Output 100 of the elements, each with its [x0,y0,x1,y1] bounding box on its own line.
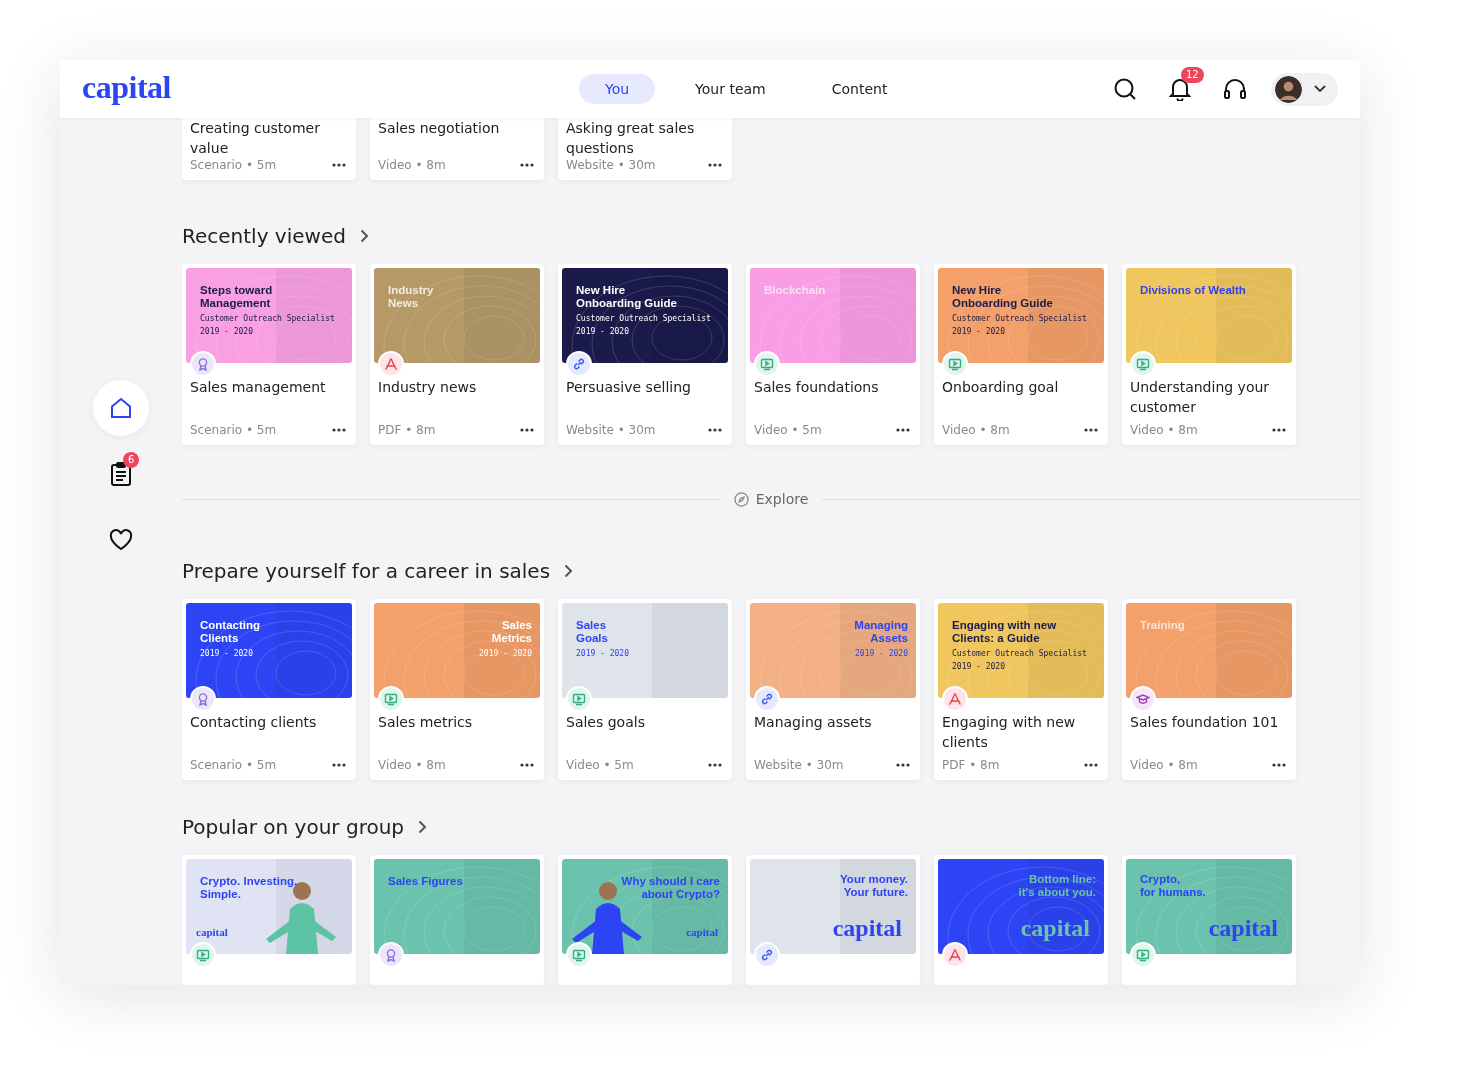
thumbnail-caption: 2019 - 2020 [478,649,532,658]
card-meta: Video • 8m [378,158,446,172]
award-icon [378,942,404,968]
thumbnail-title: Crypto. Investing. Simple. [200,875,299,901]
thumbnail-caption: Customer Outreach Specialist [200,314,336,323]
thumbnail-caption: 2019 - 2020 [576,649,630,658]
course-card[interactable]: New Hire Onboarding Guide Customer Outreach Specialist 2019 - 2020 Onboarding goal Video • 8m [934,264,1108,445]
award-icon [190,351,216,377]
more-options-icon[interactable] [332,763,346,767]
more-options-icon[interactable] [1084,763,1098,767]
link-icon [566,351,592,377]
thumbnail-title: Your money. Your future. [839,873,908,899]
card-meta: Website • 30m [566,158,656,172]
course-card[interactable]: Sales Metrics 2019 - 2020 Sales metrics Video • 8m [370,599,544,780]
course-card[interactable]: Steps toward Management Customer Outreach Specialist 2019 - 2020 Sales management Scenario • 5m [182,264,356,445]
thumbnail-caption: 2019 - 2020 [952,662,1006,671]
card-meta: Video • 8m [942,423,1010,437]
thumbnail-caption: Customer Outreach Specialist [576,314,712,323]
thumbnail-logo: capital [196,926,228,938]
play-screen-icon [190,942,216,968]
course-card[interactable]: Sales Goals 2019 - 2020 Sales goals Video • 5m [558,599,732,780]
play-screen-icon [942,351,968,377]
course-card[interactable]: Managing Assets 2019 - 2020 Managing assets Website • 30m [746,599,920,780]
thumbnail-caption: 2019 - 2020 [200,649,254,658]
course-card[interactable]: Your money. Your future. capital [746,855,920,985]
explore-link[interactable]: Explore [733,491,809,507]
more-options-icon[interactable] [332,428,346,432]
card-meta: Scenario • 5m [190,158,277,172]
more-options-icon[interactable] [332,163,346,167]
thumbnail-title: Bottom line: it's about you. [1017,873,1096,899]
home-icon [109,396,133,420]
card-title: Persuasive selling [566,378,692,397]
sidebar-item[interactable]: 6 [93,446,149,502]
course-card[interactable]: Creating customer value Scenario • 5m [182,118,356,180]
course-card[interactable]: Sales negotiation Video • 8m [370,118,544,180]
more-options-icon[interactable] [708,428,722,432]
thumbnail-logo: capital [832,915,902,942]
thumbnail-title: Sales Metrics [490,619,532,645]
card-meta: Video • 5m [566,758,634,772]
thumbnail-title: Sales Figures [388,875,464,888]
course-card[interactable]: Industry News Industry news PDF • 8m [370,264,544,445]
course-card[interactable]: Asking great sales questions Website • 30m [558,118,732,180]
nav-tab[interactable]: You [578,74,656,104]
more-options-icon[interactable] [1084,428,1098,432]
pdf-icon [378,351,404,377]
account-menu[interactable] [1271,72,1338,106]
more-options-icon[interactable] [708,763,722,767]
thumbnail-title: Why should I care about Crypto? [620,875,720,901]
thumbnail-caption: 2019 - 2020 [952,327,1006,336]
chevron-right-icon[interactable] [418,820,428,834]
notification-bell-icon[interactable] [1169,77,1191,101]
thumbnail-title: Steps toward Management [200,284,274,310]
card-title: Engaging with new clients [942,713,1077,752]
more-options-icon[interactable] [520,763,534,767]
thumbnail-title: Sales Goals [576,619,609,645]
section-title[interactable]: Recently viewed [182,224,346,248]
notification-count: 12 [1181,67,1204,83]
course-card[interactable]: New Hire Onboarding Guide Customer Outreach Specialist 2019 - 2020 Persuasive selling Website • 30m [558,264,732,445]
nav-tab[interactable]: Content [805,74,914,104]
card-title: Creating customer value [190,119,321,158]
course-card[interactable]: Engaging with new Clients: a Guide Customer Outreach Specialist 2019 - 2020 Engaging with new clients PDF • 8m [934,599,1108,780]
nav-tab[interactable]: Your team [669,74,792,104]
more-options-icon[interactable] [896,428,910,432]
card-meta: Video • 8m [1130,758,1198,772]
card-title: Understanding your customer [1130,378,1271,417]
card-title: Sales foundations [754,378,880,397]
more-options-icon[interactable] [708,163,722,167]
thumbnail-caption: 2019 - 2020 [576,327,630,336]
course-card[interactable]: Contacting Clients 2019 - 2020 Contacting clients Scenario • 5m [182,599,356,780]
thumbnail-title: Blockchain [764,284,827,297]
count-badge: 6 [123,452,140,468]
section-title[interactable]: Prepare yourself for a career in sales [182,559,551,583]
play-screen-icon [566,686,592,712]
play-screen-icon [754,351,780,377]
more-options-icon[interactable] [1272,428,1286,432]
logo[interactable]: capital [82,68,171,106]
card-title: Sales metrics [378,713,474,732]
course-card[interactable]: Divisions of Wealth Understanding your customer Video • 8m [1122,264,1296,445]
more-options-icon[interactable] [1272,763,1286,767]
search-icon[interactable] [1113,77,1137,101]
heart-icon [109,529,133,551]
course-card[interactable]: Blockchain Sales foundations Video • 5m [746,264,920,445]
more-options-icon[interactable] [520,163,534,167]
more-options-icon[interactable] [520,428,534,432]
chevron-right-icon[interactable] [359,229,369,243]
card-title: Sales goals [566,713,646,732]
course-card[interactable]: Training Sales foundation 101 Video • 8m [1122,599,1296,780]
thumbnail-title: New Hire Onboarding Guide [576,284,678,310]
play-screen-icon [378,686,404,712]
section-title[interactable]: Popular on your group [182,815,405,839]
more-options-icon[interactable] [896,763,910,767]
thumbnail-title: Crypto, for humans. [1140,873,1207,899]
chevron-right-icon[interactable] [564,564,574,578]
course-card[interactable]: Crypto. Investing. Simple. capital [182,855,356,985]
headset-icon[interactable] [1223,77,1247,101]
card-title: Sales management [190,378,327,397]
card-title: Contacting clients [190,713,318,732]
thumbnail-logo: capital [686,926,718,938]
card-meta: Video • 8m [1130,423,1198,437]
card-title: Sales negotiation [378,119,501,138]
